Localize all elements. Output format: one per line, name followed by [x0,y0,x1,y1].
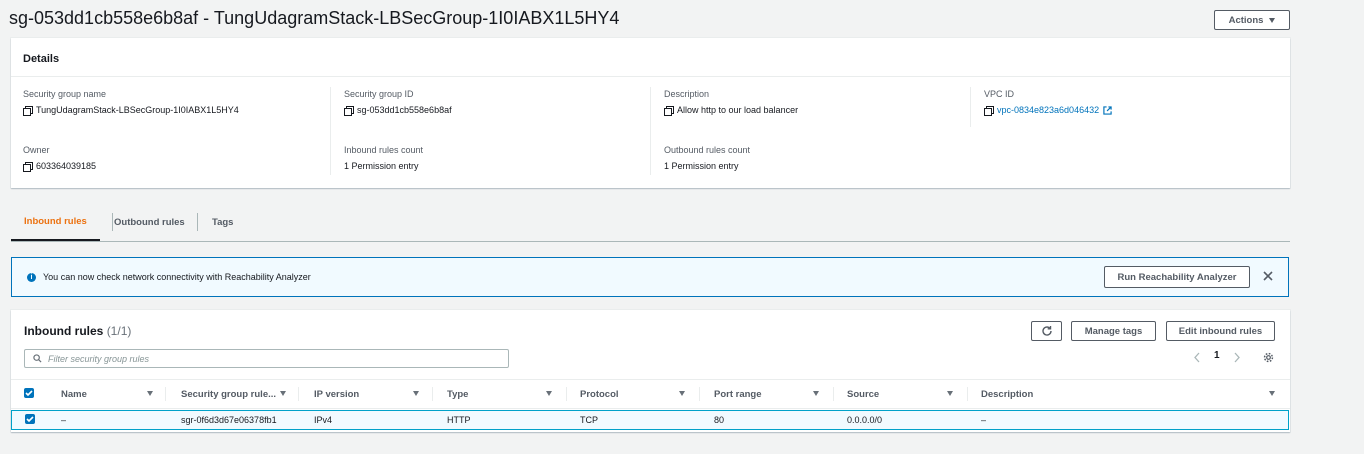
column-divider [566,387,567,401]
column-header-protocol[interactable]: Protocol [580,380,619,408]
field-value: TungUdagramStack-LBSecGroup-1I0IABX1L5HY… [36,105,239,115]
table-header: Name Security group rule... IP version T… [11,379,1290,409]
column-divider [330,87,331,175]
field-label: Inbound rules count [344,145,424,155]
run-reachability-analyzer-button[interactable]: Run Reachability Analyzer [1104,266,1250,288]
row-checkbox[interactable] [25,414,35,424]
field-value: 603364039185 [36,161,97,171]
alert-message: You can now check network connectivity w… [43,272,311,282]
sort-icon[interactable] [947,391,953,396]
sort-icon[interactable] [280,391,286,396]
refresh-button[interactable] [1031,321,1062,341]
close-icon[interactable] [1261,269,1275,283]
cell-rule-id: sgr-0f6d3d67e06378fb1 [181,415,277,425]
tab-outbound-rules[interactable]: Outbound rules [114,204,185,240]
search-icon [33,354,42,363]
info-icon: i [27,272,36,282]
column-divider [432,387,433,401]
page-title: sg-053dd1cb558e6b8af - TungUdagramStack-… [9,8,620,28]
gear-icon[interactable] [1263,352,1274,363]
copy-icon[interactable] [23,105,33,116]
sort-icon[interactable] [147,391,153,396]
cell-ip-version: IPv4 [314,415,333,425]
field-value: 1 Permission entry [344,161,419,171]
column-header-port-range[interactable]: Port range [714,380,762,408]
vpc-link[interactable]: vpc-0834e823a6d046432 [997,105,1099,115]
field-outbound-count: Outbound rules count 1 Permission entry [664,145,750,171]
column-header-name[interactable]: Name [61,380,87,408]
field-label: Security group ID [344,89,414,99]
column-divider [833,387,834,401]
search-input[interactable]: Filter security group rules [24,349,509,368]
field-inbound-count: Inbound rules count 1 Permission entry [344,145,423,171]
actions-button[interactable]: Actions [1214,10,1290,30]
column-header-type[interactable]: Type [447,380,468,408]
field-owner: Owner 603364039185 [23,145,97,172]
sort-icon[interactable] [679,391,685,396]
column-divider [970,87,971,127]
manage-tags-button[interactable]: Manage tags [1071,321,1156,341]
inbound-rules-heading: Inbound rules (1/1) [24,324,131,338]
tab-bar: Inbound rules Outbound rules Tags [11,204,1290,242]
field-value: Allow http to our load balancer [677,105,799,115]
select-all-checkbox[interactable] [24,388,34,398]
field-label: Security group name [23,89,107,99]
column-header-rule-id[interactable]: Security group rule... [181,380,276,408]
column-header-ip-version[interactable]: IP version [314,380,359,408]
chevron-right-icon[interactable] [1233,352,1241,363]
edit-inbound-rules-button[interactable]: Edit inbound rules [1166,321,1275,341]
cell-description: – [981,415,987,425]
tab-divider [197,213,198,231]
field-label: Description [664,89,710,99]
caret-down-icon [1269,17,1276,23]
column-divider [967,387,968,401]
column-divider [298,387,299,401]
actions-label: Actions [1228,14,1264,26]
inbound-rules-panel: Inbound rules (1/1) Manage tags Edit inb… [11,310,1290,432]
copy-icon[interactable] [664,105,674,116]
field-label: Owner [23,145,50,155]
chevron-left-icon[interactable] [1193,352,1201,363]
tab-tags[interactable]: Tags [212,204,233,240]
sort-icon[interactable] [813,391,819,396]
sort-icon[interactable] [1269,391,1275,396]
inbound-rules-title: Inbound rules [24,324,104,338]
refresh-icon [1041,326,1052,336]
column-divider [650,87,651,175]
cell-protocol: TCP [580,415,598,425]
tab-inbound-rules[interactable]: Inbound rules [11,204,100,241]
field-description: Description Allow http to our load balan… [664,89,799,116]
cell-source: 0.0.0.0/0 [847,415,883,425]
column-divider [699,387,700,401]
column-header-description[interactable]: Description [981,380,1033,408]
field-label: VPC ID [984,89,1015,99]
sort-icon[interactable] [413,391,419,396]
column-header-source[interactable]: Source [847,380,879,408]
field-sg-id: Security group ID sg-053dd1cb558e6b8af [344,89,452,116]
cell-name: – [61,415,67,425]
field-label: Outbound rules count [664,145,751,155]
search-placeholder: Filter security group rules [48,353,150,364]
inbound-rules-count: (1/1) [106,324,132,338]
cell-type: HTTP [447,415,471,425]
cell-port-range: 80 [714,415,725,425]
field-value: 1 Permission entry [664,161,739,171]
copy-icon[interactable] [23,161,33,172]
tab-divider [112,213,113,231]
external-link-icon[interactable] [1103,105,1112,115]
field-sg-name: Security group name TungUdagramStack-LBS… [23,89,239,116]
field-vpc-id: VPC ID vpc-0834e823a6d046432 [984,89,1112,116]
reachability-alert: i You can now check network connectivity… [11,257,1289,297]
details-panel: Details Security group name TungUdagramS… [11,38,1290,188]
copy-icon[interactable] [344,105,354,116]
column-divider [165,387,166,401]
sort-icon[interactable] [546,391,552,396]
table-row[interactable]: – sgr-0f6d3d67e06378fb1 IPv4 HTTP TCP 80… [11,410,1289,430]
details-heading: Details [11,38,1290,77]
copy-icon[interactable] [984,105,994,116]
page-number[interactable]: 1 [1214,350,1220,361]
field-value: sg-053dd1cb558e6b8af [357,105,452,115]
